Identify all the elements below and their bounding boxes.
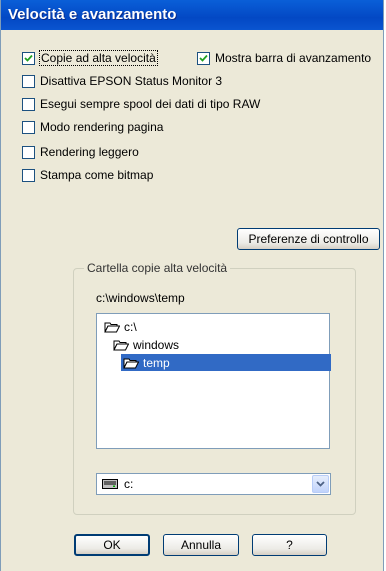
light-rendering-checkbox[interactable]: Rendering leggero — [22, 144, 139, 160]
group-label: Cartella copie alta velocità — [84, 261, 231, 275]
high-speed-copies-checkbox[interactable]: Copie ad alta velocità — [22, 50, 158, 66]
tree-item-label: c:\ — [124, 319, 137, 334]
drive-select[interactable]: c: — [96, 473, 331, 495]
ok-button[interactable]: OK — [74, 534, 150, 556]
help-button[interactable]: ? — [252, 534, 327, 556]
checkbox-icon — [22, 120, 35, 134]
folder-open-icon — [113, 340, 129, 350]
cancel-button[interactable]: Annulla — [163, 534, 239, 556]
checkbox-icon — [22, 74, 35, 88]
checkbox-icon — [22, 168, 35, 182]
window-title: Velocità e avanzamento — [8, 6, 177, 23]
speed-progress-dialog: Velocità e avanzamento Copie ad alta vel… — [0, 0, 384, 571]
high-speed-copies-label: Copie ad alta velocità — [39, 50, 158, 66]
tree-item-label: temp — [143, 355, 170, 370]
page-rendering-mode-label: Modo rendering pagina — [40, 120, 164, 134]
checkbox-icon — [22, 145, 35, 159]
checkbox-checked-icon — [197, 51, 210, 65]
light-rendering-label: Rendering leggero — [40, 145, 139, 159]
drive-select-value: c: — [124, 477, 134, 491]
show-progress-bar-checkbox[interactable]: Mostra barra di avanzamento — [197, 50, 371, 66]
tree-item-label: windows — [133, 337, 180, 352]
tree-item-selected[interactable]: temp — [121, 354, 331, 371]
monitoring-preferences-button[interactable]: Preferenze di controllo — [237, 228, 380, 250]
tree-item[interactable]: windows — [113, 336, 313, 353]
show-progress-bar-label: Mostra barra di avanzamento — [215, 51, 372, 65]
print-as-bitmap-checkbox[interactable]: Stampa come bitmap — [22, 167, 153, 183]
disable-status-monitor-label: Disattiva EPSON Status Monitor 3 — [40, 74, 223, 88]
page-rendering-mode-checkbox[interactable]: Modo rendering pagina — [22, 119, 163, 135]
high-speed-folder-group: Cartella copie alta velocità c:\windows\… — [73, 261, 356, 515]
current-path: c:\windows\temp — [96, 291, 185, 305]
always-spool-raw-checkbox[interactable]: Esegui sempre spool dei dati di tipo RAW — [22, 96, 260, 112]
tree-item[interactable]: c:\ — [104, 318, 314, 335]
always-spool-raw-label: Esegui sempre spool dei dati di tipo RAW — [40, 97, 261, 111]
checkbox-icon — [22, 97, 35, 111]
folder-tree[interactable]: c:\ windows temp — [96, 313, 331, 449]
print-as-bitmap-label: Stampa come bitmap — [40, 168, 154, 182]
drive-icon — [102, 479, 118, 489]
folder-open-icon — [123, 358, 139, 368]
disable-status-monitor-checkbox[interactable]: Disattiva EPSON Status Monitor 3 — [22, 73, 222, 89]
checkbox-checked-icon — [22, 51, 35, 65]
folder-open-icon — [104, 322, 120, 332]
chevron-down-icon[interactable] — [312, 475, 329, 493]
title-bar: Velocità e avanzamento — [1, 0, 383, 30]
